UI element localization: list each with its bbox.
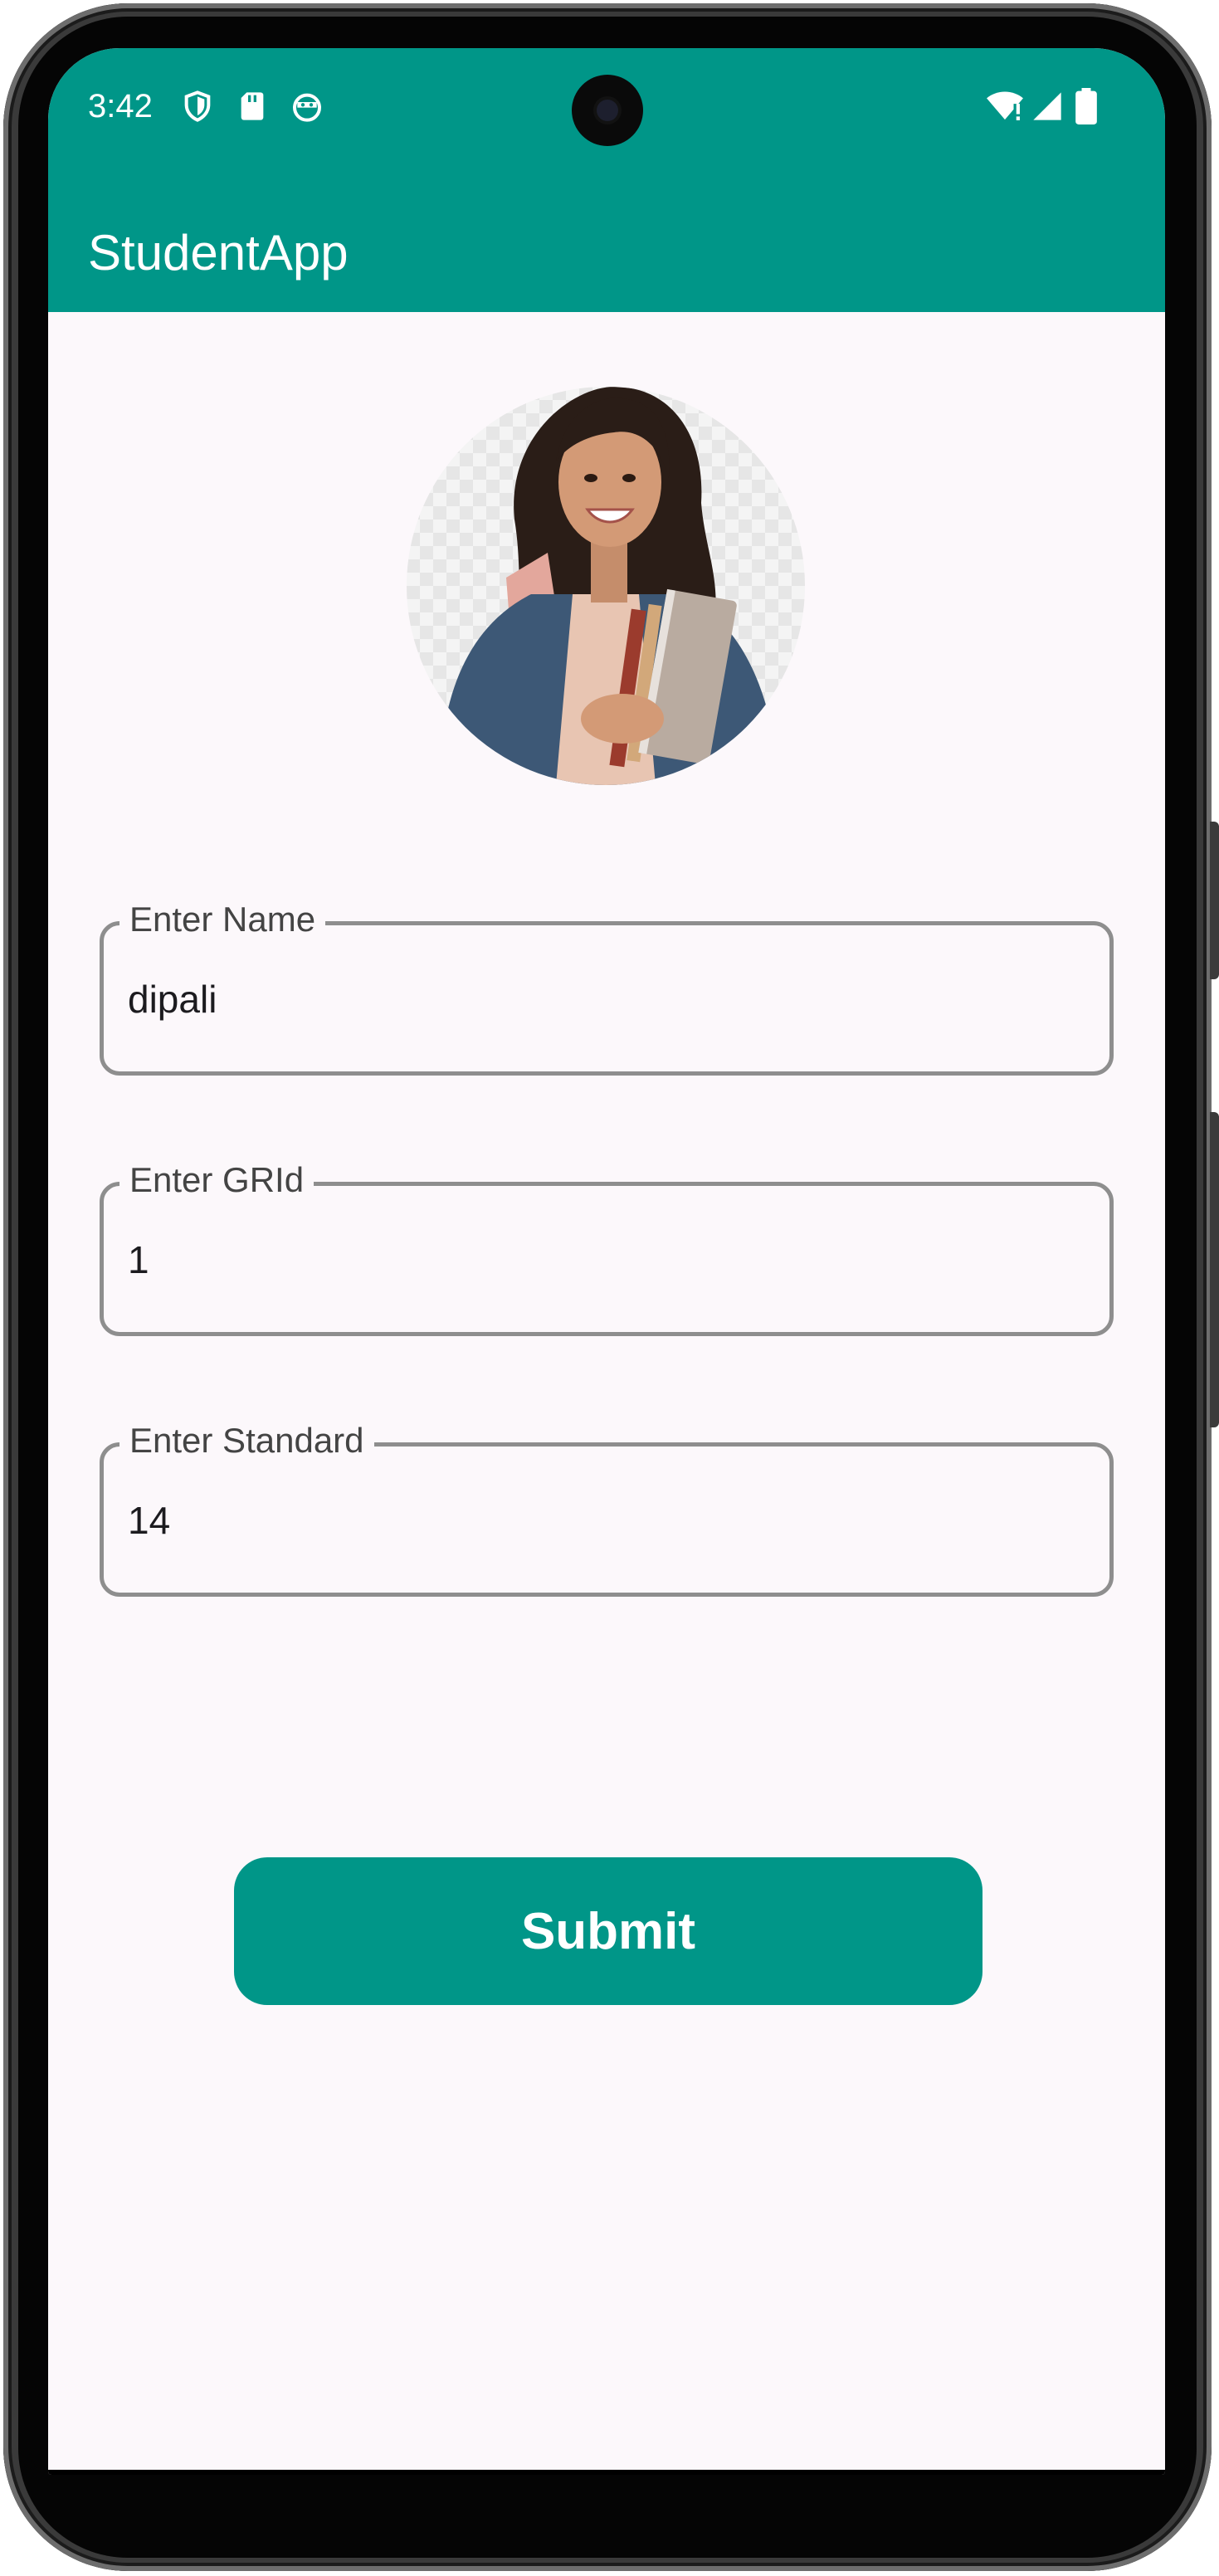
submit-button[interactable]: Submit bbox=[234, 1857, 983, 2005]
grid-input[interactable] bbox=[128, 1227, 1074, 1293]
name-field[interactable]: Enter Name bbox=[100, 896, 1114, 1076]
sd-card-icon bbox=[241, 92, 264, 120]
volume-button bbox=[1210, 1112, 1219, 1427]
power-button bbox=[1210, 822, 1219, 979]
status-bar: 3:42 bbox=[48, 48, 1165, 181]
signal-icon bbox=[1033, 92, 1061, 120]
navigation-bar bbox=[48, 2470, 1165, 2475]
student-photo bbox=[407, 387, 805, 785]
name-input[interactable] bbox=[128, 966, 1074, 1032]
phone-device: 3:42 StudentApp Enter Name dipali Enter … bbox=[0, 0, 1219, 2576]
student-illustration bbox=[440, 387, 780, 785]
standard-field-label: Enter Standard bbox=[119, 1417, 374, 1464]
shield-icon bbox=[184, 90, 211, 122]
status-time: 3:42 bbox=[88, 88, 153, 124]
wifi-icon bbox=[987, 91, 1023, 120]
screen: 3:42 StudentApp Enter Name dipali Enter … bbox=[48, 48, 1165, 2475]
grid-field[interactable]: Enter GRId bbox=[100, 1157, 1114, 1336]
grid-field-label: Enter GRId bbox=[119, 1157, 315, 1203]
battery-icon bbox=[1075, 88, 1097, 124]
app-title: StudentApp bbox=[88, 225, 349, 281]
front-camera bbox=[572, 75, 643, 146]
standard-field[interactable]: Enter Standard bbox=[100, 1417, 1114, 1597]
android-face-icon bbox=[293, 93, 321, 122]
standard-input[interactable] bbox=[128, 1487, 1074, 1554]
app-bar: StudentApp bbox=[48, 181, 1165, 312]
name-field-label: Enter Name bbox=[119, 896, 326, 943]
